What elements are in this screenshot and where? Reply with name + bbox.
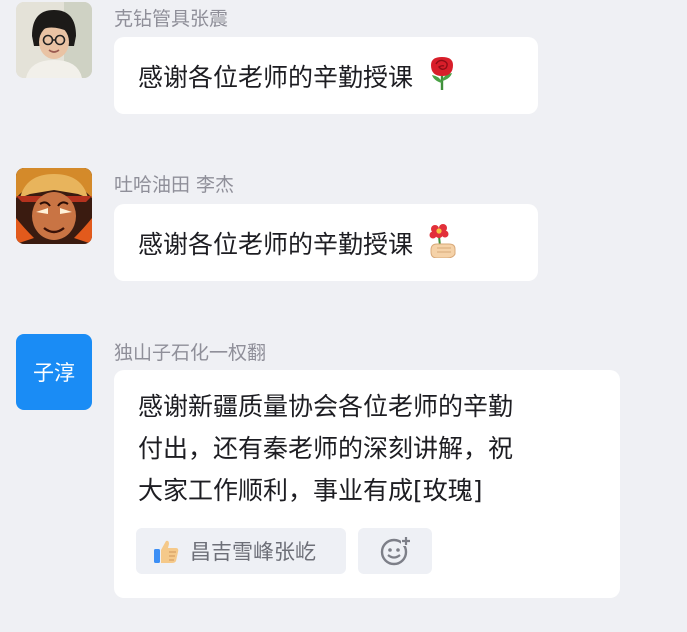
sender-name: 克钻管具张震 (114, 8, 229, 30)
message-text: 感谢各位老师的辛勤授课 (138, 230, 414, 259)
message-bubble[interactable]: 感谢各位老师的辛勤授课 (114, 37, 538, 114)
sender-name: 吐哈油田 李杰 (114, 174, 235, 196)
reaction-chip[interactable]: 昌吉雪峰张屹 (136, 528, 346, 574)
rose-icon (427, 55, 457, 97)
avatar-text: 子淳 (33, 361, 75, 385)
hand-holding-flower-icon (427, 222, 457, 264)
avatar[interactable] (16, 168, 92, 244)
anime-character-icon (16, 168, 92, 244)
avatar[interactable]: 子淳 (16, 334, 92, 410)
message-bubble[interactable]: 感谢各位老师的辛勤授课 (114, 204, 538, 281)
reaction-user: 昌吉雪峰张屹 (190, 540, 316, 564)
add-emoji-icon (379, 535, 411, 567)
message-text: 感谢新疆质量协会各位老师的辛勤 付出，还有秦老师的深刻讲解，祝 大家工作顺利，事… (138, 392, 514, 505)
thumbs-up-icon (152, 537, 180, 565)
reaction-row: 昌吉雪峰张屹 (136, 528, 432, 574)
message-text: 感谢各位老师的辛勤授课 (138, 63, 414, 92)
message-bubble[interactable]: 感谢新疆质量协会各位老师的辛勤 付出，还有秦老师的深刻讲解，祝 大家工作顺利，事… (114, 370, 620, 598)
avatar[interactable] (16, 2, 92, 78)
add-reaction-button[interactable] (358, 528, 432, 574)
person-photo-icon (16, 2, 92, 78)
chat-thread: 克钻管具张震 感谢各位老师的辛勤授课 吐哈油田 李杰 感谢各位老师的辛勤授课 子… (0, 0, 687, 632)
sender-name: 独山子石化一权翻 (114, 342, 267, 364)
